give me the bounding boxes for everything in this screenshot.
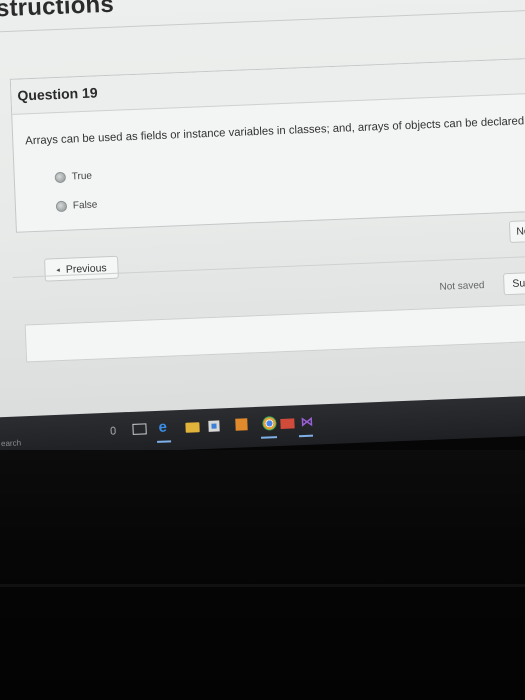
next-question-card [24,301,525,363]
option-true[interactable]: True [54,170,93,184]
question-text: Arrays can be used as fields or instance… [25,115,525,148]
edge-active-indicator [157,440,172,443]
question-card: Question 19 Arrays can be used as fields… [9,56,525,233]
page-heading: structions [0,0,115,23]
chrome-active-indicator [260,436,278,439]
option-false-label: False [72,199,98,212]
save-status: Not saved [439,280,485,293]
radio-false[interactable] [55,200,68,213]
file-explorer-icon[interactable] [185,422,200,433]
microphone-icon[interactable] [110,426,116,435]
monitor-bezel [0,450,525,700]
radio-true[interactable] [54,171,67,184]
previous-button[interactable]: ◂ Previous [44,255,119,282]
chevron-left-icon: ◂ [56,266,60,274]
question-header: Question 19 [10,57,525,115]
submit-button[interactable]: Subm [502,270,525,296]
chrome-icon[interactable] [262,416,277,431]
store-icon[interactable] [208,420,220,432]
edge-icon[interactable]: e [158,419,167,436]
mail-icon[interactable] [280,418,295,429]
option-false[interactable]: False [55,199,98,213]
photo-stage: structions Question 19 Arrays can be use… [0,0,525,700]
visual-studio-icon[interactable]: ⋈ [300,414,314,430]
option-true-label: True [71,170,93,183]
task-view-icon[interactable] [132,423,147,435]
next-button[interactable]: Next [508,218,525,243]
taskbar-search[interactable]: earch [1,438,21,448]
bezel-edge [0,584,525,587]
question-title: Question 19 [17,84,98,104]
vs-active-indicator [298,434,314,438]
browser-screen: structions Question 19 Arrays can be use… [0,0,525,455]
app-icon[interactable] [235,418,248,431]
